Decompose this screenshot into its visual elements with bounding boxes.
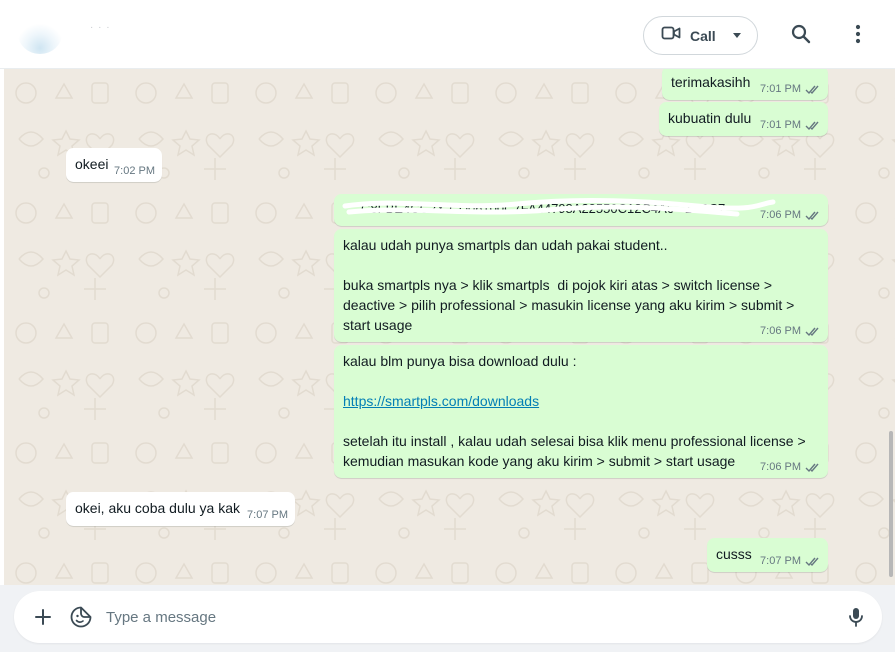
message-bubble-outgoing[interactable]: terimakasihh 7:01 PM: [662, 69, 828, 100]
attach-button[interactable]: [31, 605, 55, 629]
redaction-scribble: [342, 197, 776, 217]
message-time: 7:06 PM: [760, 209, 801, 221]
message-time: 7:02 PM: [114, 165, 155, 177]
sticker-icon: [70, 606, 92, 628]
message-bubble-outgoing[interactable]: kalau udah punya smartpls dan udah pakai…: [334, 229, 828, 342]
message-time: 7:01 PM: [760, 119, 801, 131]
message-bubble-outgoing[interactable]: kubuatin dulu 7:01 PM: [659, 102, 828, 136]
chat-scrollbar[interactable]: [889, 431, 893, 577]
message-time: 7:07 PM: [760, 555, 801, 567]
message-time: 7:01 PM: [760, 83, 801, 95]
composer-box: [14, 591, 882, 643]
double-check-icon: [805, 211, 819, 221]
message-meta: 7:06 PM: [760, 208, 821, 223]
video-camera-icon: [661, 25, 681, 46]
search-button[interactable]: [789, 22, 813, 46]
message-meta: 7:01 PM: [760, 82, 821, 97]
contact-avatar[interactable]: [18, 14, 62, 54]
message-meta: 7:06 PM: [760, 460, 821, 475]
microphone-icon: [849, 608, 863, 627]
download-link[interactable]: https://smartpls.com/downloads: [343, 393, 539, 409]
message-meta: 7:07 PM: [760, 554, 821, 569]
message-meta: 7:01 PM: [760, 118, 821, 133]
message-meta: 7:06 PM: [760, 324, 821, 339]
message-text-after-link: setelah itu install , kalau udah selesai…: [343, 433, 806, 469]
chat-header: · · · Call: [0, 0, 895, 69]
message-input[interactable]: [106, 604, 826, 630]
message-time: 7:06 PM: [760, 461, 801, 473]
plus-icon: [35, 609, 51, 625]
search-icon: [791, 24, 811, 44]
double-check-icon: [805, 557, 819, 567]
double-check-icon: [805, 463, 819, 473]
message-list[interactable]: terimakasihh 7:01 PM kubuatin dulu 7:01 …: [4, 69, 895, 585]
message-bubble-outgoing[interactable]: cusss 7:07 PM: [707, 538, 828, 572]
call-button[interactable]: Call: [643, 16, 758, 55]
message-text-before-link: kalau blm punya bisa download dulu :: [343, 353, 577, 369]
message-text: kalau udah punya smartpls dan udah pakai…: [343, 237, 795, 333]
composer-bar: [0, 585, 895, 652]
message-bubble-outgoing[interactable]: C8FBE4CC2X-CD06100C7FA44798A22550C12C4A6…: [334, 194, 828, 226]
message-bubble-outgoing[interactable]: kalau blm punya bisa download dulu : htt…: [334, 345, 828, 478]
voice-message-button[interactable]: [844, 605, 868, 629]
double-check-icon: [805, 327, 819, 337]
message-bubble-incoming[interactable]: okeei 7:02 PM: [66, 148, 162, 182]
message-time: 7:07 PM: [247, 509, 288, 521]
message-time: 7:06 PM: [760, 325, 801, 337]
message-meta: 7:07 PM: [247, 508, 288, 523]
menu-button[interactable]: [846, 22, 870, 46]
call-button-label: Call: [690, 27, 716, 44]
chevron-down-icon: [732, 33, 741, 38]
double-check-icon: [805, 85, 819, 95]
kebab-menu-icon: [855, 24, 861, 44]
message-meta: 7:02 PM: [114, 164, 155, 179]
contact-name[interactable]: · · ·: [90, 22, 111, 33]
message-text: kalau blm punya bisa download dulu : htt…: [343, 351, 821, 471]
double-check-icon: [805, 121, 819, 131]
sticker-button[interactable]: [69, 605, 93, 629]
message-bubble-incoming[interactable]: okei, aku coba dulu ya kak 7:07 PM: [66, 492, 295, 526]
